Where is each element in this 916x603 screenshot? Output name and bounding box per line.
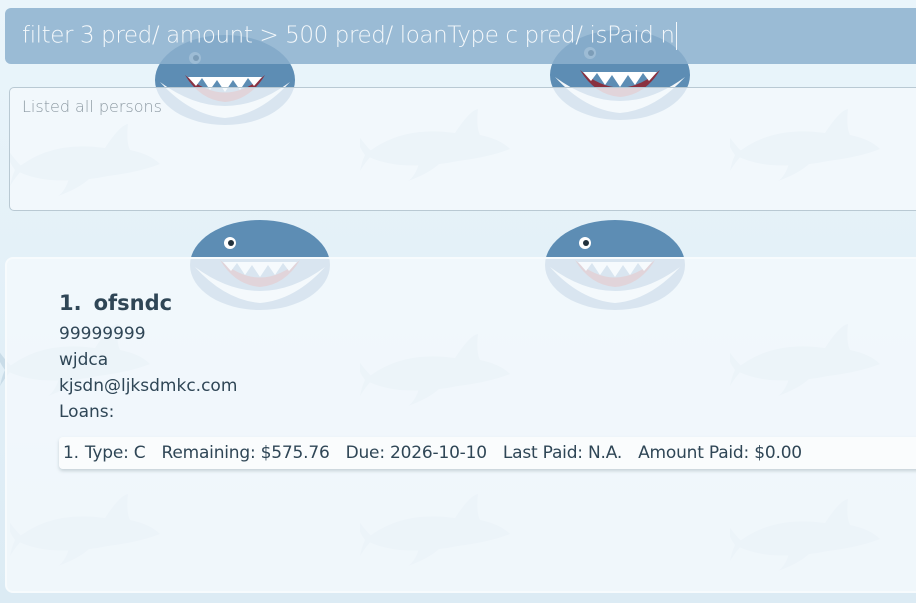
loan-remaining: Remaining: $575.76: [161, 443, 330, 463]
loan-row[interactable]: 1. Type: C Remaining: $575.76 Due: 2026-…: [59, 437, 916, 469]
loans-label: Loans:: [59, 402, 115, 422]
text-caret: [675, 22, 677, 50]
person-email: kjsdn@ljksdmkc.com: [59, 376, 238, 396]
result-message: Listed all persons: [22, 97, 163, 116]
person-list-panel[interactable]: 1. ofsndc 99999999 wjdca kjsdn@ljksdmkc.…: [5, 257, 916, 593]
loan-type: Type: C: [84, 443, 146, 463]
command-input[interactable]: filter 3 pred/ amount > 500 pred/ loanTy…: [22, 22, 902, 50]
command-text: filter 3 pred/ amount > 500 pred/ loanTy…: [22, 22, 675, 49]
result-display: Listed all persons: [9, 87, 916, 211]
loan-index: 1.: [63, 443, 79, 463]
person-card[interactable]: 1. ofsndc 99999999 wjdca kjsdn@ljksdmkc.…: [59, 291, 916, 469]
loan-amount-paid: Amount Paid: $0.00: [638, 443, 802, 463]
person-index: 1.: [59, 291, 82, 315]
command-box[interactable]: filter 3 pred/ amount > 500 pred/ loanTy…: [5, 8, 916, 64]
person-name: ofsndc: [93, 291, 173, 315]
person-phone: 99999999: [59, 324, 146, 344]
loan-due: Due: 2026-10-10: [345, 443, 487, 463]
person-header: 1. ofsndc: [59, 291, 916, 315]
person-address: wjdca: [59, 350, 109, 370]
loan-last-paid: Last Paid: N.A.: [502, 443, 623, 463]
